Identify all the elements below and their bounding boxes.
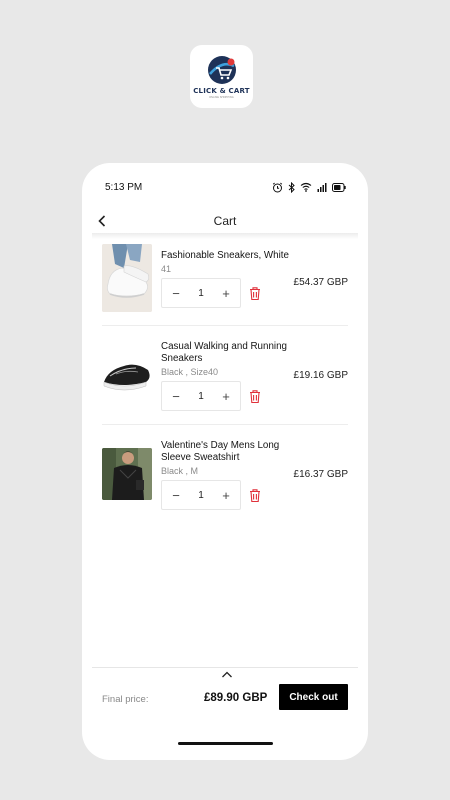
decrease-quantity-button[interactable]: − [170,389,182,404]
delete-trash-icon[interactable] [248,389,262,404]
status-time: 5:13 PM [105,181,143,193]
top-bar: Cart [82,207,368,235]
product-variant: 41 [161,264,172,274]
product-variant: Black , Size40 [161,367,219,377]
chevron-left-icon [98,215,106,227]
home-indicator[interactable] [178,742,273,745]
product-title[interactable]: Valentine's Day Mens Long Sleeve Sweatsh… [161,440,301,464]
alarm-icon [272,182,283,192]
product-image[interactable] [102,244,152,312]
app-logo: CLICK & CART ONLINE SHOPPING [190,45,253,108]
increase-quantity-button[interactable]: + [220,389,232,404]
final-price-value: £89.90 GBP [204,692,268,704]
product-variant: Black , M [161,466,199,476]
back-button[interactable] [98,211,116,231]
decrease-quantity-button[interactable]: − [170,488,182,503]
cart-logo-icon [207,56,236,84]
product-title[interactable]: Casual Walking and Running Sneakers [161,341,301,365]
signal-icon [317,183,327,192]
wifi-icon [300,182,312,192]
cart-item: Casual Walking and Running Sneakers Blac… [102,326,348,425]
delete-trash-icon[interactable] [248,488,262,503]
cart-item: Valentine's Day Mens Long Sleeve Sweatsh… [102,425,348,524]
product-image[interactable] [102,344,152,400]
quantity-stepper: − 1 + [161,480,241,510]
phone-screen: 5:13 PM Cart Fashionable Sneakers, White… [82,163,368,760]
battery-icon [332,182,346,192]
checkout-button[interactable]: Check out [279,684,348,710]
header-shadow [92,233,358,239]
increase-quantity-button[interactable]: + [220,286,232,301]
checkout-footer: Final price: £89.90 GBP Check out [92,667,358,760]
product-price: £16.37 GBP [293,469,348,480]
delete-trash-icon[interactable] [248,286,262,301]
product-price: £19.16 GBP [293,370,348,381]
quantity-value: 1 [198,287,204,299]
quantity-value: 1 [198,489,204,501]
status-bar: 5:13 PM [82,163,368,211]
quantity-stepper: − 1 + [161,278,241,308]
logo-text: CLICK & CART [193,87,250,95]
product-title[interactable]: Fashionable Sneakers, White [161,250,301,262]
increase-quantity-button[interactable]: + [220,488,232,503]
quantity-stepper: − 1 + [161,381,241,411]
decrease-quantity-button[interactable]: − [170,286,182,301]
quantity-value: 1 [198,390,204,402]
product-price: £54.37 GBP [293,277,348,288]
logo-tagline: ONLINE SHOPPING [209,96,234,99]
page-title: Cart [213,214,237,228]
cart-item: Fashionable Sneakers, White 41 − 1 + £54… [102,241,348,326]
final-price-label: Final price: [102,694,149,705]
bluetooth-icon [288,181,295,193]
chevron-up-icon[interactable] [220,670,234,680]
product-image[interactable] [102,448,152,500]
